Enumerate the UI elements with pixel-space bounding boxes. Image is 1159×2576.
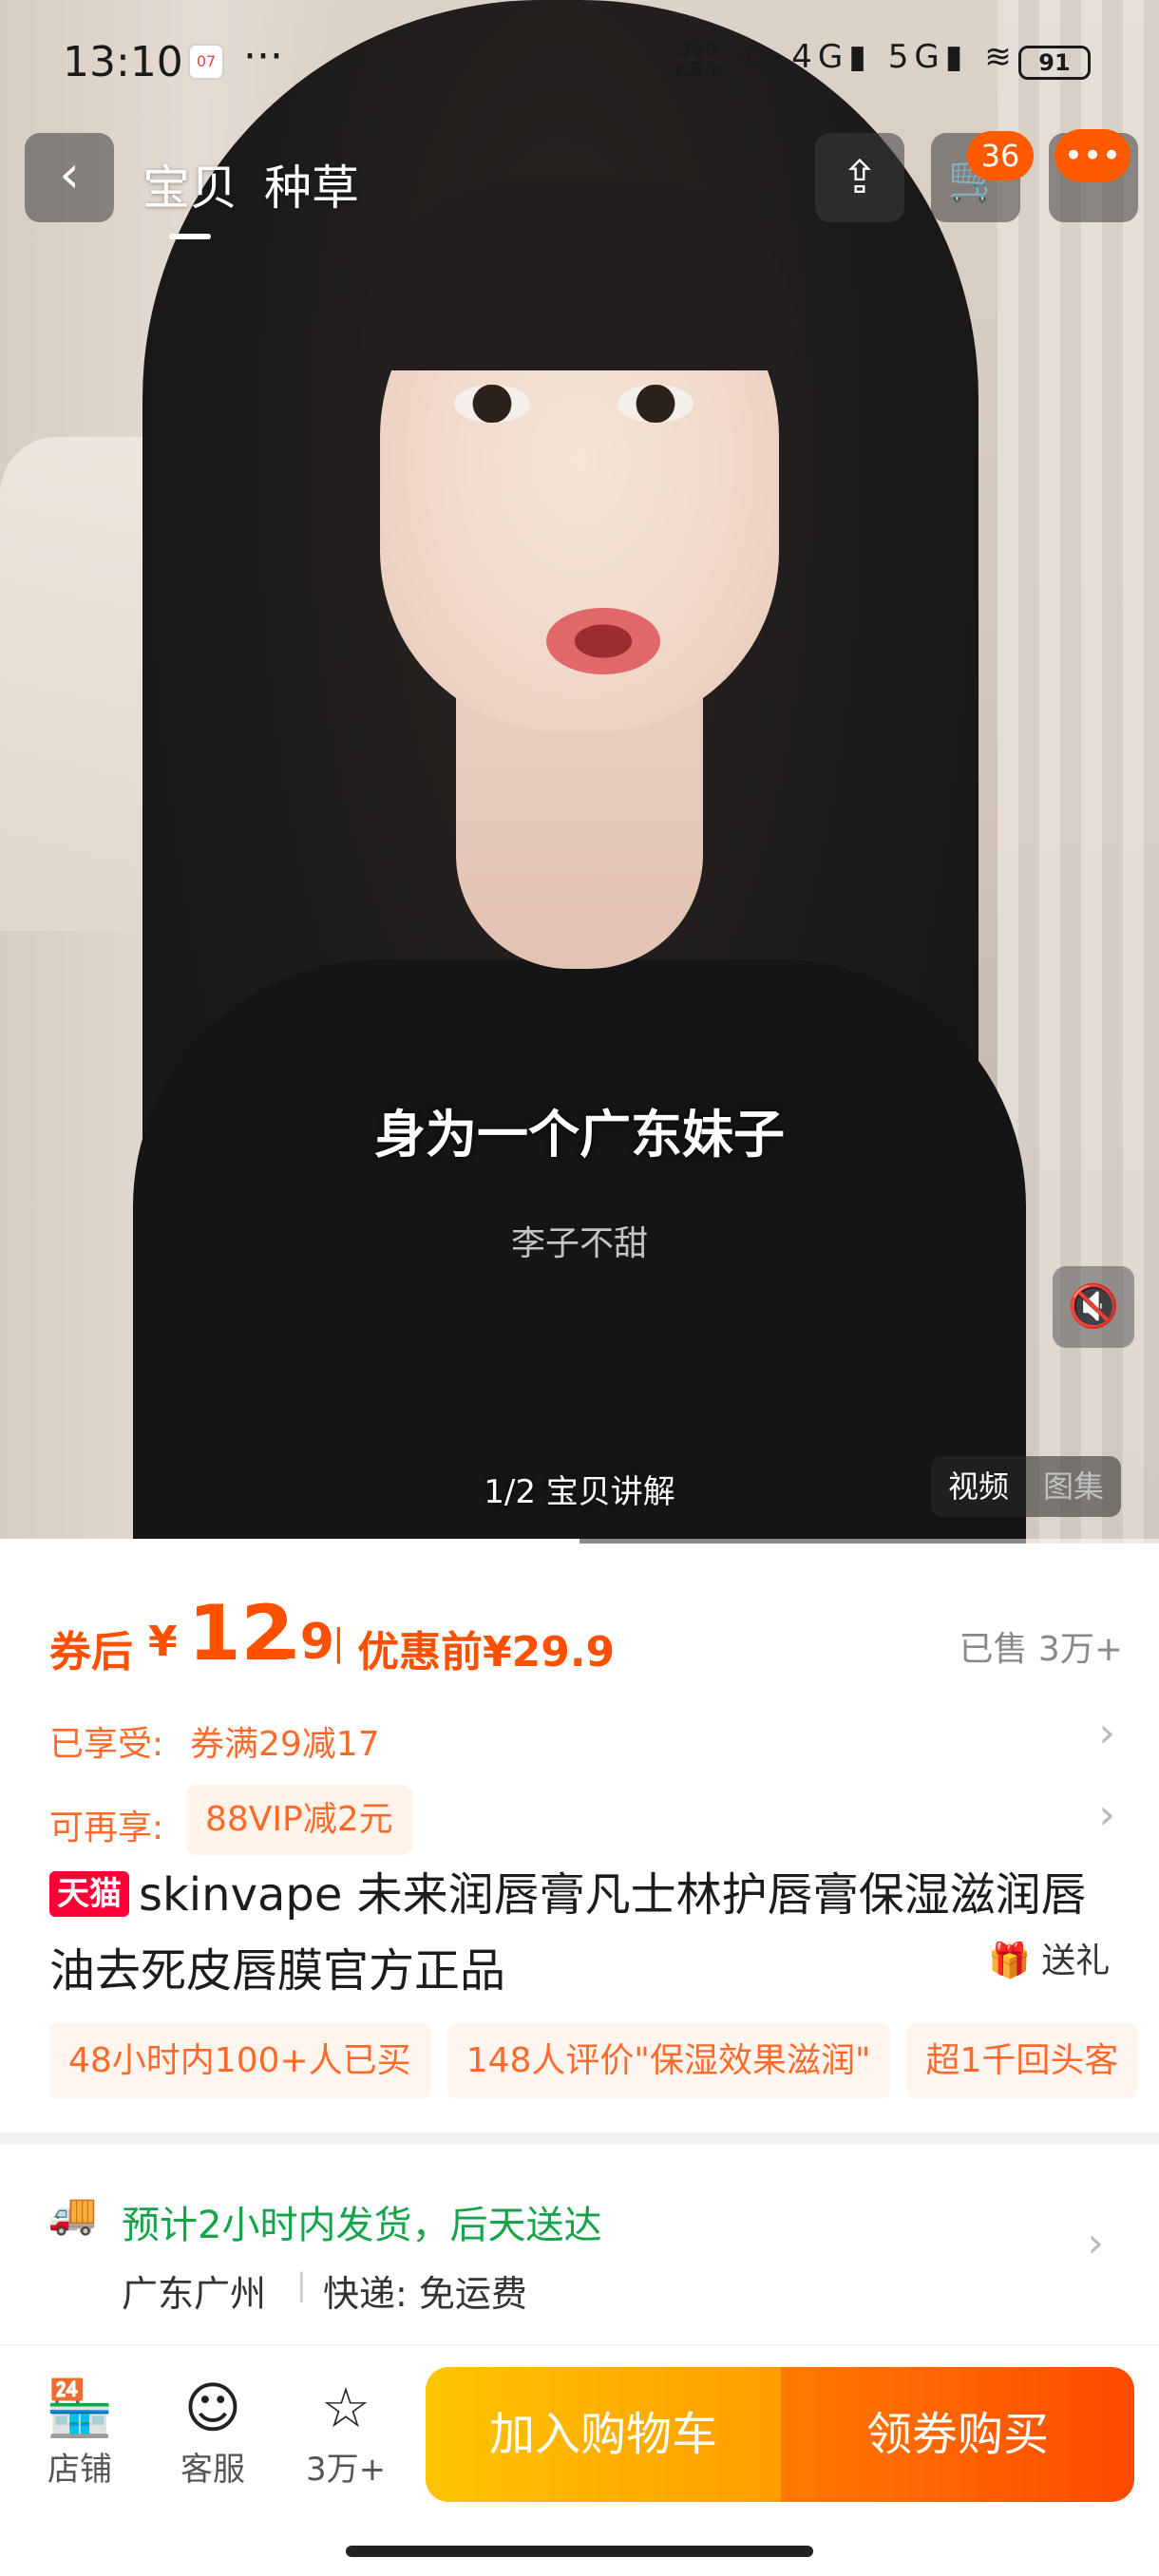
video-watermark: 李子不甜 bbox=[510, 1224, 648, 1263]
shipping-card[interactable]: 🚚 预计2小时内发货，后天送达 广东广州 | 快递: 免运费 › bbox=[0, 2145, 1159, 2344]
tab-gallery[interactable]: 图集 bbox=[1026, 1456, 1121, 1517]
more-notifications-icon: ··· bbox=[243, 32, 283, 81]
gift-icon: 🎁 bbox=[988, 1941, 1031, 1980]
chevron-right-icon: › bbox=[1098, 1709, 1115, 1757]
media-toggle[interactable]: 视频 图集 bbox=[931, 1456, 1122, 1517]
signal-wifi-icons: ☾ 4G▮ 5G▮ ≋ bbox=[741, 38, 1017, 76]
shipping-eta: 预计2小时内发货，后天送达 bbox=[122, 2204, 602, 2247]
price-label: 券后 bbox=[49, 1628, 133, 1676]
promo-available-label: 可再享: bbox=[49, 1809, 164, 1847]
promo-available-chip: 88VIP减2元 bbox=[186, 1785, 412, 1855]
buy-with-coupon-button[interactable]: 领券购买 bbox=[781, 2367, 1134, 2502]
price-decimal: .9 bbox=[281, 1614, 334, 1671]
truck-icon: 🚚 bbox=[48, 2190, 98, 2237]
product-video[interactable]: 身为一个广东妹子 李子不甜 🔇 1/2 宝贝讲解 视频 图集 bbox=[0, 0, 1159, 1544]
message-icon[interactable]: ••• bbox=[1054, 129, 1130, 182]
price-integer: 12 bbox=[188, 1589, 294, 1677]
price-row: 券后 ¥ 12 .9 | 优惠前¥29.9 已售 3万+ bbox=[49, 1589, 1123, 1678]
promo-applied-value: 券满29减17 bbox=[190, 1725, 380, 1764]
back-icon[interactable]: ‹ bbox=[25, 133, 114, 222]
price-currency: ¥ bbox=[148, 1618, 178, 1666]
cart-count-badge: 36 bbox=[967, 131, 1034, 180]
top-nav: ‹ 宝贝 种草 ⇪ 🛒 36 ••• bbox=[0, 129, 1159, 239]
gift-button[interactable]: 🎁 送礼 bbox=[988, 1933, 1110, 1982]
highlight-tags: 48小时内100+人已买 148人评价"保湿效果滋润" 超1千回头客 bbox=[49, 2023, 1159, 2099]
chevron-right-icon: › bbox=[1087, 2219, 1104, 2267]
star-icon: ☆ bbox=[321, 2376, 370, 2440]
shop-label: 店铺 bbox=[48, 2451, 112, 2489]
highlight-tag[interactable]: 超1千回头客 bbox=[906, 2023, 1138, 2099]
status-bar: 13:10 07 ··· 350 KB/s ☾ 4G▮ 5G▮ ≋ 91 bbox=[0, 0, 1159, 123]
highlight-tag[interactable]: 148人评价"保湿效果滋润" bbox=[446, 2023, 890, 2099]
product-title-text: skinvape 未来润唇膏凡士林护唇膏保湿滋润唇油去死皮唇膜官方正品 bbox=[49, 1868, 1087, 1998]
promo-applied[interactable]: 已享受: 券满29减17 › bbox=[49, 1705, 1123, 1771]
battery-icon: 91 bbox=[1018, 46, 1091, 80]
home-indicator[interactable] bbox=[346, 2546, 813, 2557]
chevron-right-icon: › bbox=[1098, 1790, 1115, 1839]
video-subtitle: 身为一个广东妹子 bbox=[374, 1105, 785, 1165]
presenter-eye-right bbox=[618, 385, 694, 423]
product-info-card: 券后 ¥ 12 .9 | 优惠前¥29.9 已售 3万+ 已享受: 券满29减1… bbox=[0, 1544, 1159, 2132]
promo-applied-label: 已享受: bbox=[49, 1725, 164, 1764]
network-speed: 350 KB/s bbox=[674, 38, 722, 80]
share-icon[interactable]: ⇪ bbox=[815, 133, 904, 222]
service-label: 客服 bbox=[180, 2451, 245, 2489]
favorite-count: 3万+ bbox=[305, 2451, 387, 2489]
price-divider: | bbox=[332, 1621, 345, 1663]
product-title: 天猫 skinvape 未来润唇膏凡士林护唇膏保湿滋润唇油去死皮唇膜官方正品 bbox=[49, 1857, 1123, 2009]
presenter-mouth bbox=[546, 608, 660, 674]
shipping-divider: | bbox=[296, 2266, 307, 2302]
promo-available[interactable]: 可再享: 88VIP减2元 › bbox=[49, 1785, 1123, 1855]
highlight-tag[interactable]: 48小时内100+人已买 bbox=[49, 2023, 430, 2099]
tab-item[interactable]: 宝贝 bbox=[142, 150, 238, 239]
sold-count: 已售 3万+ bbox=[959, 1630, 1123, 1669]
favorite-button[interactable]: ☆ 3万+ bbox=[289, 2375, 403, 2490]
mute-icon[interactable]: 🔇 bbox=[1053, 1266, 1134, 1348]
clock: 13:10 bbox=[63, 38, 183, 86]
price-before-discount: 优惠前¥29.9 bbox=[357, 1628, 616, 1676]
shipping-express: 快递: 免运费 bbox=[323, 2273, 527, 2315]
shop-icon: 🏪 bbox=[45, 2376, 115, 2440]
service-icon: ☺ bbox=[183, 2376, 242, 2440]
calendar-notification-icon: 07 bbox=[188, 44, 224, 80]
shipping-origin: 广东广州 bbox=[122, 2273, 267, 2315]
network-speed-unit: KB/s bbox=[674, 58, 722, 81]
network-speed-value: 350 bbox=[678, 37, 718, 60]
shop-button[interactable]: 🏪 店铺 bbox=[23, 2375, 137, 2490]
tab-seeding[interactable]: 种草 bbox=[264, 150, 359, 218]
bottom-action-bar: 🏪 店铺 ☺ 客服 ☆ 3万+ 加入购物车 领券购买 bbox=[0, 2346, 1159, 2576]
add-to-cart-button[interactable]: 加入购物车 bbox=[426, 2367, 781, 2502]
customer-service-button[interactable]: ☺ 客服 bbox=[156, 2375, 270, 2490]
presenter-eye-left bbox=[454, 385, 530, 423]
tmall-badge: 天猫 bbox=[49, 1871, 129, 1917]
tab-video[interactable]: 视频 bbox=[931, 1456, 1026, 1517]
gift-label: 送礼 bbox=[1041, 1941, 1111, 1980]
